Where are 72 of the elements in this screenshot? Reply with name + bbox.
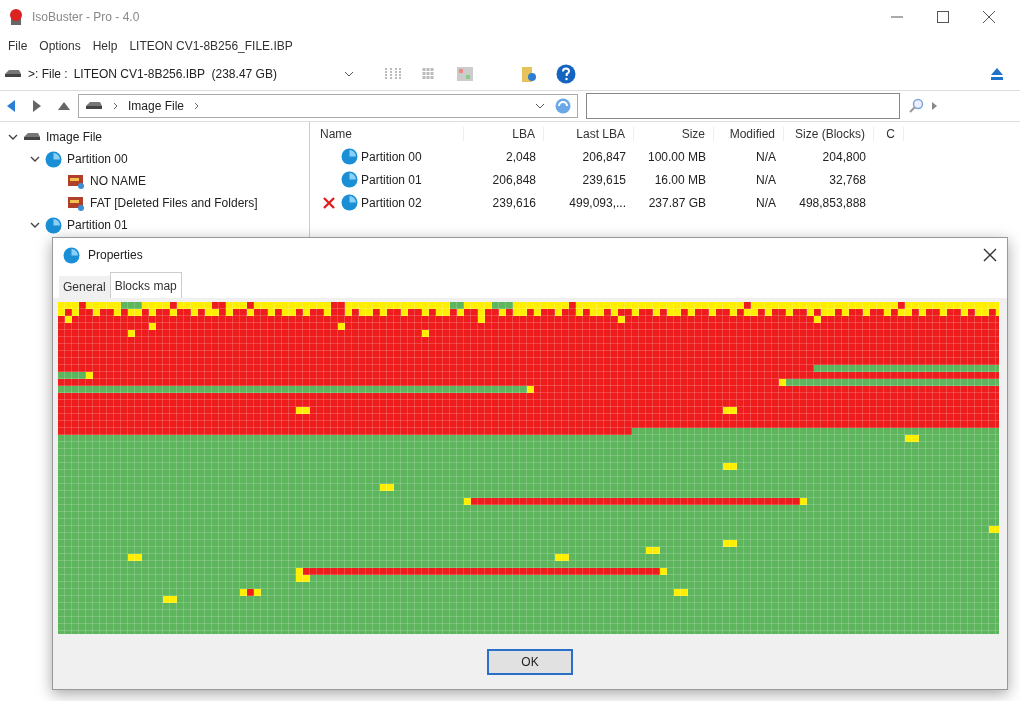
table-cell-text: 206,847: [581, 149, 627, 164]
table-cell-text: N/A: [755, 195, 777, 210]
table-cell: Partition 02: [361, 195, 422, 210]
back-icon[interactable]: [6, 100, 16, 112]
table-cell-text: 206,848: [491, 172, 537, 187]
table-cell-text: 239,616: [491, 195, 537, 210]
table-cell-text: 204,800: [821, 149, 867, 164]
table-cell-text: N/A: [755, 149, 777, 164]
column-header[interactable]: Last LBA: [544, 126, 634, 141]
tree-item[interactable]: FAT [Deleted Files and Folders]: [90, 196, 258, 210]
properties-icon: [63, 246, 80, 264]
table-cell-text: N/A: [755, 172, 777, 187]
folder-user-icon[interactable]: [520, 65, 538, 83]
table-cell-text: 32,768: [828, 172, 867, 187]
close-icon[interactable]: [983, 248, 997, 262]
column-header[interactable]: Size (Blocks): [784, 126, 874, 141]
table-cell-text: 499,093,...: [568, 195, 627, 210]
separator-icon: [113, 102, 118, 110]
arrow-right-icon[interactable]: [932, 102, 938, 110]
table-cell-text: 237.87 GB: [647, 195, 707, 210]
partition-icon: [341, 194, 358, 211]
separator-icon: [194, 102, 200, 110]
column-header[interactable]: Name: [314, 126, 464, 141]
drive-icon: [4, 69, 22, 79]
menu-item[interactable]: LITEON CV1-8B256_FILE.IBP: [129, 39, 293, 53]
forward-icon[interactable]: [32, 100, 42, 112]
chevron-down-icon[interactable]: [8, 132, 18, 142]
column-header[interactable]: Size: [634, 126, 714, 141]
table-cell-text: 498,853,888: [798, 195, 867, 210]
volume-icon: [67, 173, 85, 189]
partition-icon: [45, 150, 62, 168]
chevron-down-icon[interactable]: [30, 154, 40, 164]
table-cell-text: 239,615: [581, 172, 627, 187]
table-cell-text: 100.00 MB: [646, 149, 707, 164]
drive-icon: [85, 101, 103, 111]
tree-item[interactable]: NO NAME: [90, 174, 146, 188]
table-cell-text: 2,048: [504, 149, 537, 164]
menu-item[interactable]: Help: [92, 39, 118, 53]
column-header[interactable]: Modified: [714, 126, 784, 141]
caret-icon[interactable]: [344, 70, 354, 78]
caret-icon[interactable]: [535, 102, 545, 110]
drive-label: >: File :: [28, 67, 68, 81]
breadcrumb[interactable]: Image File: [128, 99, 185, 113]
column-header[interactable]: LBA: [464, 126, 544, 141]
partition-icon: [341, 148, 358, 165]
table-cell-text: 16.00 MB: [653, 172, 707, 187]
search-field[interactable]: [586, 93, 900, 119]
search-icon[interactable]: [908, 98, 924, 114]
drive-icon: [23, 132, 41, 142]
table-cell: Partition 00: [361, 149, 422, 164]
tab[interactable]: General: [59, 276, 110, 298]
column-header[interactable]: C: [874, 126, 904, 141]
partition-icon: [341, 171, 358, 188]
table-cell: Partition 01: [361, 172, 422, 187]
address-bar[interactable]: Image File: [78, 94, 578, 118]
menu-item[interactable]: File: [8, 39, 28, 53]
app-icon: [8, 8, 24, 26]
window-title: IsoBuster - Pro - 4.0: [32, 10, 140, 24]
drive-name[interactable]: LITEON CV1-8B256.IBP (238.47 GB): [73, 67, 277, 81]
tree-item[interactable]: Image File: [46, 130, 103, 144]
chevron-down-icon[interactable]: [30, 220, 40, 230]
volume-icon: [67, 195, 85, 211]
ok-button[interactable]: OK: [487, 648, 573, 675]
tree-item[interactable]: Partition 00: [67, 152, 128, 166]
eject-icon[interactable]: [990, 67, 1004, 81]
tab[interactable]: Blocks map: [109, 272, 182, 298]
help-icon[interactable]: [556, 64, 576, 84]
menu-item[interactable]: Options: [39, 39, 81, 53]
partition-icon: [45, 216, 62, 234]
tree-item[interactable]: Partition 01: [67, 218, 128, 232]
up-icon[interactable]: [58, 101, 70, 111]
dialog-title: Properties: [88, 248, 143, 262]
